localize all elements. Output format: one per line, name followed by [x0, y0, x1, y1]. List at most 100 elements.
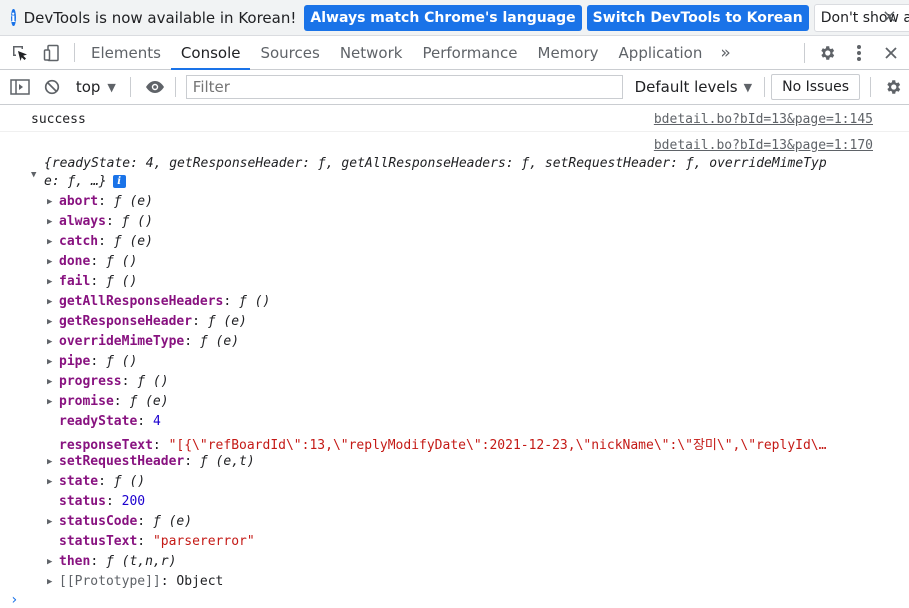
toolbar-separator: [129, 77, 131, 97]
property-value: ƒ (): [105, 274, 138, 289]
property-key: state: [59, 474, 99, 489]
toolbar-separator-4: [870, 77, 872, 97]
expand-property-icon[interactable]: ▶: [47, 377, 52, 387]
property-colon: :: [223, 294, 240, 309]
more-tabs-icon[interactable]: »: [712, 36, 738, 69]
clear-console-icon[interactable]: [36, 79, 68, 95]
object-summary-line2[interactable]: e: ƒ, …} i: [44, 174, 126, 189]
language-infobar: i DevTools is now available in Korean! A…: [0, 0, 909, 36]
property-key: overrideMimeType: [59, 334, 185, 349]
console-object-source-link[interactable]: bdetail.bo?bId=13&page=1:170: [654, 138, 873, 153]
expand-property-icon[interactable]: ▶: [47, 237, 52, 247]
show-sidebar-icon[interactable]: [4, 79, 36, 95]
property-colon: :: [137, 514, 153, 529]
property-value: ƒ (): [113, 474, 146, 489]
property-value: ƒ (e): [113, 234, 153, 249]
property-colon: :: [137, 414, 153, 429]
expand-property-icon[interactable]: ▶: [47, 397, 52, 407]
tabbar-separator: [74, 43, 75, 62]
expand-property-icon[interactable]: ▶: [47, 217, 52, 227]
property-key: getAllResponseHeaders: [59, 294, 224, 309]
log-levels-dropdown-icon: ▼: [743, 80, 753, 94]
console-message-source-link[interactable]: bdetail.bo?bId=13&page=1:145: [654, 112, 873, 127]
tab-elements[interactable]: Elements: [81, 36, 171, 69]
device-toolbar-icon[interactable]: [36, 36, 68, 69]
filter-input[interactable]: [185, 75, 623, 99]
close-devtools-icon[interactable]: [875, 46, 907, 60]
property-colon: :: [98, 474, 114, 489]
log-levels-dropdown[interactable]: Default levels ▼: [635, 78, 753, 96]
tab-console[interactable]: Console: [170, 36, 251, 70]
inspect-element-icon[interactable]: [4, 36, 36, 69]
tab-sources[interactable]: Sources: [250, 36, 329, 69]
console-settings-gear-icon[interactable]: [877, 78, 909, 96]
object-summary-line1[interactable]: {readyState: 4, getResponseHeader: ƒ, ge…: [44, 156, 827, 171]
property-value: ƒ (e): [207, 314, 247, 329]
property-value: Object: [176, 574, 224, 589]
property-colon: :: [90, 254, 106, 269]
property-colon: :: [137, 534, 153, 549]
switch-to-korean-button[interactable]: Switch DevTools to Korean: [586, 4, 809, 31]
property-key: catch: [59, 234, 99, 249]
context-selector[interactable]: top ▼: [76, 78, 116, 96]
property-value: ƒ (): [121, 214, 153, 229]
log-levels-label: Default levels: [634, 78, 738, 96]
expand-property-icon[interactable]: ▶: [47, 277, 52, 287]
expand-property-icon[interactable]: ▶: [47, 317, 52, 327]
property-key: status: [59, 494, 106, 509]
context-selector-value: top: [75, 78, 101, 96]
tab-application[interactable]: Application: [609, 36, 713, 69]
close-infobar-icon[interactable]: ×: [882, 6, 897, 27]
collapse-object-icon[interactable]: ▼: [31, 170, 36, 180]
tab-performance[interactable]: Performance: [412, 36, 527, 69]
property-colon: :: [184, 454, 200, 469]
live-expression-eye-icon[interactable]: [139, 80, 171, 94]
console-message-text: success: [31, 112, 86, 127]
property-value: ƒ (): [105, 354, 138, 369]
expand-property-icon[interactable]: ▶: [47, 577, 52, 587]
issues-button[interactable]: No Issues: [771, 74, 861, 100]
expand-property-icon[interactable]: ▶: [47, 337, 52, 347]
property-colon: :: [160, 574, 177, 589]
property-key: readyState: [59, 414, 138, 429]
property-colon: :: [192, 314, 208, 329]
property-key: promise: [59, 394, 114, 409]
property-key: always: [59, 214, 106, 229]
expand-property-icon[interactable]: ▶: [47, 457, 52, 467]
console-prompt-icon[interactable]: ›: [10, 592, 18, 608]
property-key: getResponseHeader: [59, 314, 193, 329]
console-toolbar: top ▼ Default levels ▼ No Issues: [0, 70, 909, 105]
property-colon: :: [98, 194, 114, 209]
object-summary-line2-text: e: ƒ, …}: [44, 174, 107, 189]
always-match-language-button[interactable]: Always match Chrome's language: [304, 4, 582, 31]
property-colon: :: [98, 234, 114, 249]
property-colon: :: [113, 394, 130, 409]
property-value: "[{\"refBoardId\":13,\"replyModifyDate\"…: [168, 438, 827, 453]
property-key: progress: [59, 374, 122, 389]
console-message-object: bdetail.bo?bId=13&page=1:170 ▼ {readySta…: [0, 132, 909, 602]
property-key: responseText: [59, 438, 153, 453]
expand-property-icon[interactable]: ▶: [47, 297, 52, 307]
expand-property-icon[interactable]: ▶: [47, 557, 52, 567]
property-colon: :: [152, 438, 169, 453]
property-key: [[Prototype]]: [59, 574, 161, 589]
tab-network[interactable]: Network: [330, 36, 413, 69]
tabbar-right-separator: [804, 42, 805, 63]
property-key: fail: [59, 274, 91, 289]
expand-property-icon[interactable]: ▶: [47, 517, 52, 527]
property-value: ƒ (e): [113, 194, 153, 209]
expand-property-icon[interactable]: ▶: [47, 257, 52, 267]
expand-property-icon[interactable]: ▶: [47, 357, 52, 367]
property-key: pipe: [59, 354, 91, 369]
property-value: "parsererror": [152, 534, 255, 549]
tab-memory[interactable]: Memory: [528, 36, 609, 69]
settings-gear-icon[interactable]: [811, 44, 843, 62]
object-info-badge-icon[interactable]: i: [112, 175, 126, 188]
property-colon: :: [184, 334, 200, 349]
expand-property-icon[interactable]: ▶: [47, 477, 52, 487]
property-value: ƒ (t,n,r): [105, 554, 177, 569]
customize-menu-icon[interactable]: [843, 44, 875, 62]
property-colon: :: [90, 354, 106, 369]
expand-property-icon[interactable]: ▶: [47, 197, 52, 207]
property-key: statusText: [59, 534, 138, 549]
